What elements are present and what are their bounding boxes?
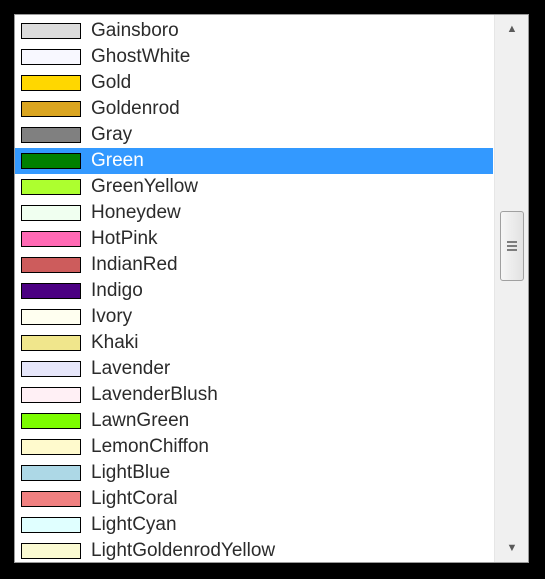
color-label: Gray	[91, 124, 133, 145]
color-label: GhostWhite	[91, 46, 191, 67]
color-label: Gold	[91, 72, 132, 93]
grip-icon	[507, 241, 517, 251]
list-item[interactable]: Gold	[15, 70, 493, 96]
scroll-down-icon[interactable]: ▼	[495, 534, 528, 562]
list-item[interactable]: Indigo	[15, 278, 493, 304]
list-item[interactable]: Goldenrod	[15, 96, 493, 122]
list-item[interactable]: Honeydew	[15, 200, 493, 226]
color-swatch	[21, 309, 81, 325]
list-item[interactable]: LightCyan	[15, 512, 493, 538]
color-swatch	[21, 439, 81, 455]
color-label: LightGoldenrodYellow	[91, 540, 276, 561]
color-label: LawnGreen	[91, 410, 190, 431]
scroll-up-icon[interactable]: ▲	[495, 15, 528, 43]
color-swatch	[21, 335, 81, 351]
color-label: Indigo	[91, 280, 143, 301]
color-label: Khaki	[91, 332, 139, 353]
color-label: Ivory	[91, 306, 133, 327]
color-label: LemonChiffon	[91, 436, 209, 457]
color-swatch	[21, 75, 81, 91]
list-item[interactable]: LightBlue	[15, 460, 493, 486]
color-swatch	[21, 517, 81, 533]
color-label: Lavender	[91, 358, 171, 379]
color-swatch	[21, 127, 81, 143]
color-swatch	[21, 387, 81, 403]
color-label: Goldenrod	[91, 98, 180, 119]
color-label: LightCoral	[91, 488, 178, 509]
color-label: LightCyan	[91, 514, 177, 535]
color-swatch	[21, 465, 81, 481]
color-swatch	[21, 179, 81, 195]
list-item[interactable]: GreenYellow	[15, 174, 493, 200]
list-item[interactable]: Green	[15, 148, 493, 174]
list-item[interactable]: Gainsboro	[15, 18, 493, 44]
list-item[interactable]: LightCoral	[15, 486, 493, 512]
color-label: Gainsboro	[91, 20, 179, 41]
color-listbox[interactable]: Gainsboro GhostWhite Gold Goldenrod Gray Gree…	[14, 14, 529, 563]
list-item[interactable]: Gray	[15, 122, 493, 148]
color-label: Green	[91, 150, 144, 171]
color-swatch	[21, 231, 81, 247]
color-swatch	[21, 361, 81, 377]
color-list: Gainsboro GhostWhite Gold Goldenrod Gray Gree…	[15, 18, 493, 562]
color-label: Honeydew	[91, 202, 181, 223]
color-swatch	[21, 101, 81, 117]
color-swatch	[21, 413, 81, 429]
list-item[interactable]: Khaki	[15, 330, 493, 356]
scrollbar-thumb[interactable]	[500, 211, 524, 281]
color-swatch	[21, 257, 81, 273]
list-item[interactable]: HotPink	[15, 226, 493, 252]
color-swatch	[21, 49, 81, 65]
list-item[interactable]: Lavender	[15, 356, 493, 382]
list-item[interactable]: LawnGreen	[15, 408, 493, 434]
color-label: IndianRed	[91, 254, 178, 275]
color-swatch	[21, 153, 81, 169]
color-swatch	[21, 283, 81, 299]
list-item[interactable]: GhostWhite	[15, 44, 493, 70]
window-frame: Gainsboro GhostWhite Gold Goldenrod Gray Gree…	[0, 0, 545, 579]
list-item[interactable]: LemonChiffon	[15, 434, 493, 460]
color-label: LightBlue	[91, 462, 171, 483]
vertical-scrollbar[interactable]: ▲ ▼	[494, 15, 528, 562]
color-label: LavenderBlush	[91, 384, 218, 405]
color-swatch	[21, 205, 81, 221]
list-item[interactable]: IndianRed	[15, 252, 493, 278]
color-label: HotPink	[91, 228, 158, 249]
color-swatch	[21, 543, 81, 559]
color-label: GreenYellow	[91, 176, 199, 197]
color-swatch	[21, 23, 81, 39]
list-item[interactable]: Ivory	[15, 304, 493, 330]
list-item[interactable]: LightGoldenrodYellow	[15, 538, 493, 562]
list-item[interactable]: LavenderBlush	[15, 382, 493, 408]
color-swatch	[21, 491, 81, 507]
